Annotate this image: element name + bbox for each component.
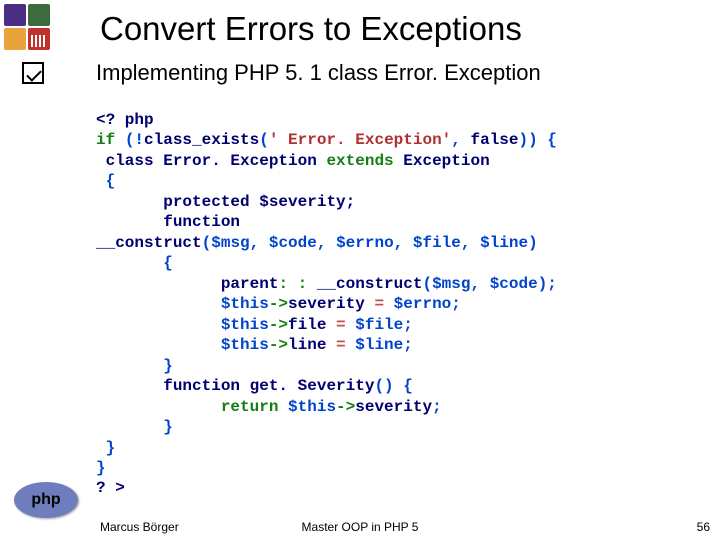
slide-title: Convert Errors to Exceptions xyxy=(100,10,522,48)
brand-logo-icon xyxy=(4,4,50,50)
page-number: 56 xyxy=(697,520,710,534)
php-logo-icon: php xyxy=(14,482,78,518)
sidebar: php xyxy=(0,0,90,540)
footer-author: Marcus Börger xyxy=(100,520,179,534)
footer-title: Master OOP in PHP 5 xyxy=(302,520,419,534)
slide-subtitle: Implementing PHP 5. 1 class Error. Excep… xyxy=(96,60,541,86)
code-block: <? php if (!class_exists(' Error. Except… xyxy=(96,110,710,499)
checkbox-checked-icon xyxy=(22,62,44,84)
